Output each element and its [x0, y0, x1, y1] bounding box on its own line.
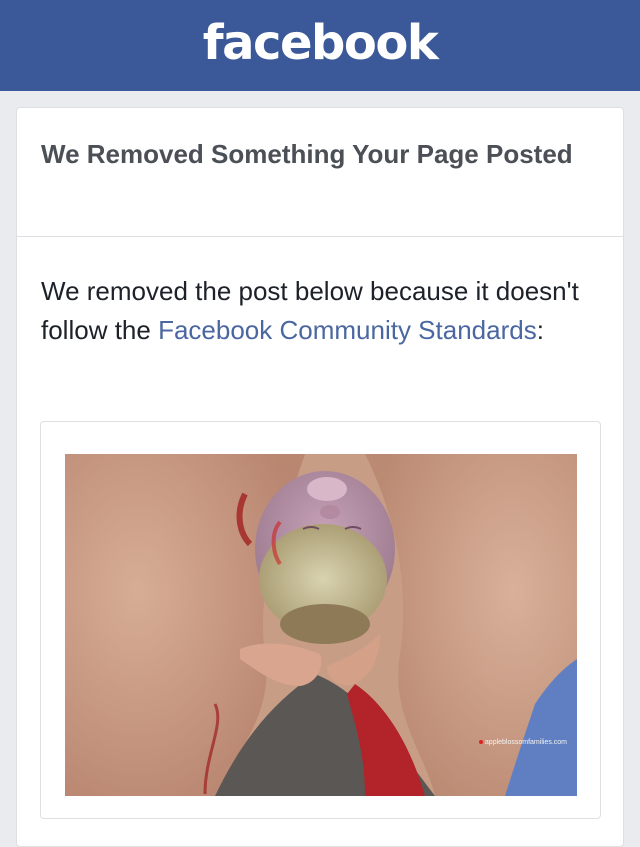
top-navigation-bar: facebook — [0, 0, 640, 91]
watermark-text: appleblossomfamilies.com — [484, 739, 567, 746]
card-body: We removed the post below because it doe… — [17, 237, 623, 350]
removed-post-preview[interactable]: appleblossomfamilies.com — [40, 421, 601, 819]
facebook-logo[interactable]: facebook — [203, 15, 439, 71]
community-standards-link[interactable]: Facebook Community Standards — [158, 315, 537, 345]
watermark-logo-icon — [478, 740, 483, 745]
notice-title: We Removed Something Your Page Posted — [41, 139, 573, 169]
post-image: appleblossomfamilies.com — [65, 454, 577, 796]
card-header: We Removed Something Your Page Posted — [17, 108, 623, 237]
notice-message-end: : — [536, 315, 544, 345]
notice-message: We removed the post below because it doe… — [41, 272, 599, 350]
image-watermark: appleblossomfamilies.com — [478, 739, 567, 746]
removal-notice-card: We Removed Something Your Page Posted We… — [16, 107, 624, 847]
